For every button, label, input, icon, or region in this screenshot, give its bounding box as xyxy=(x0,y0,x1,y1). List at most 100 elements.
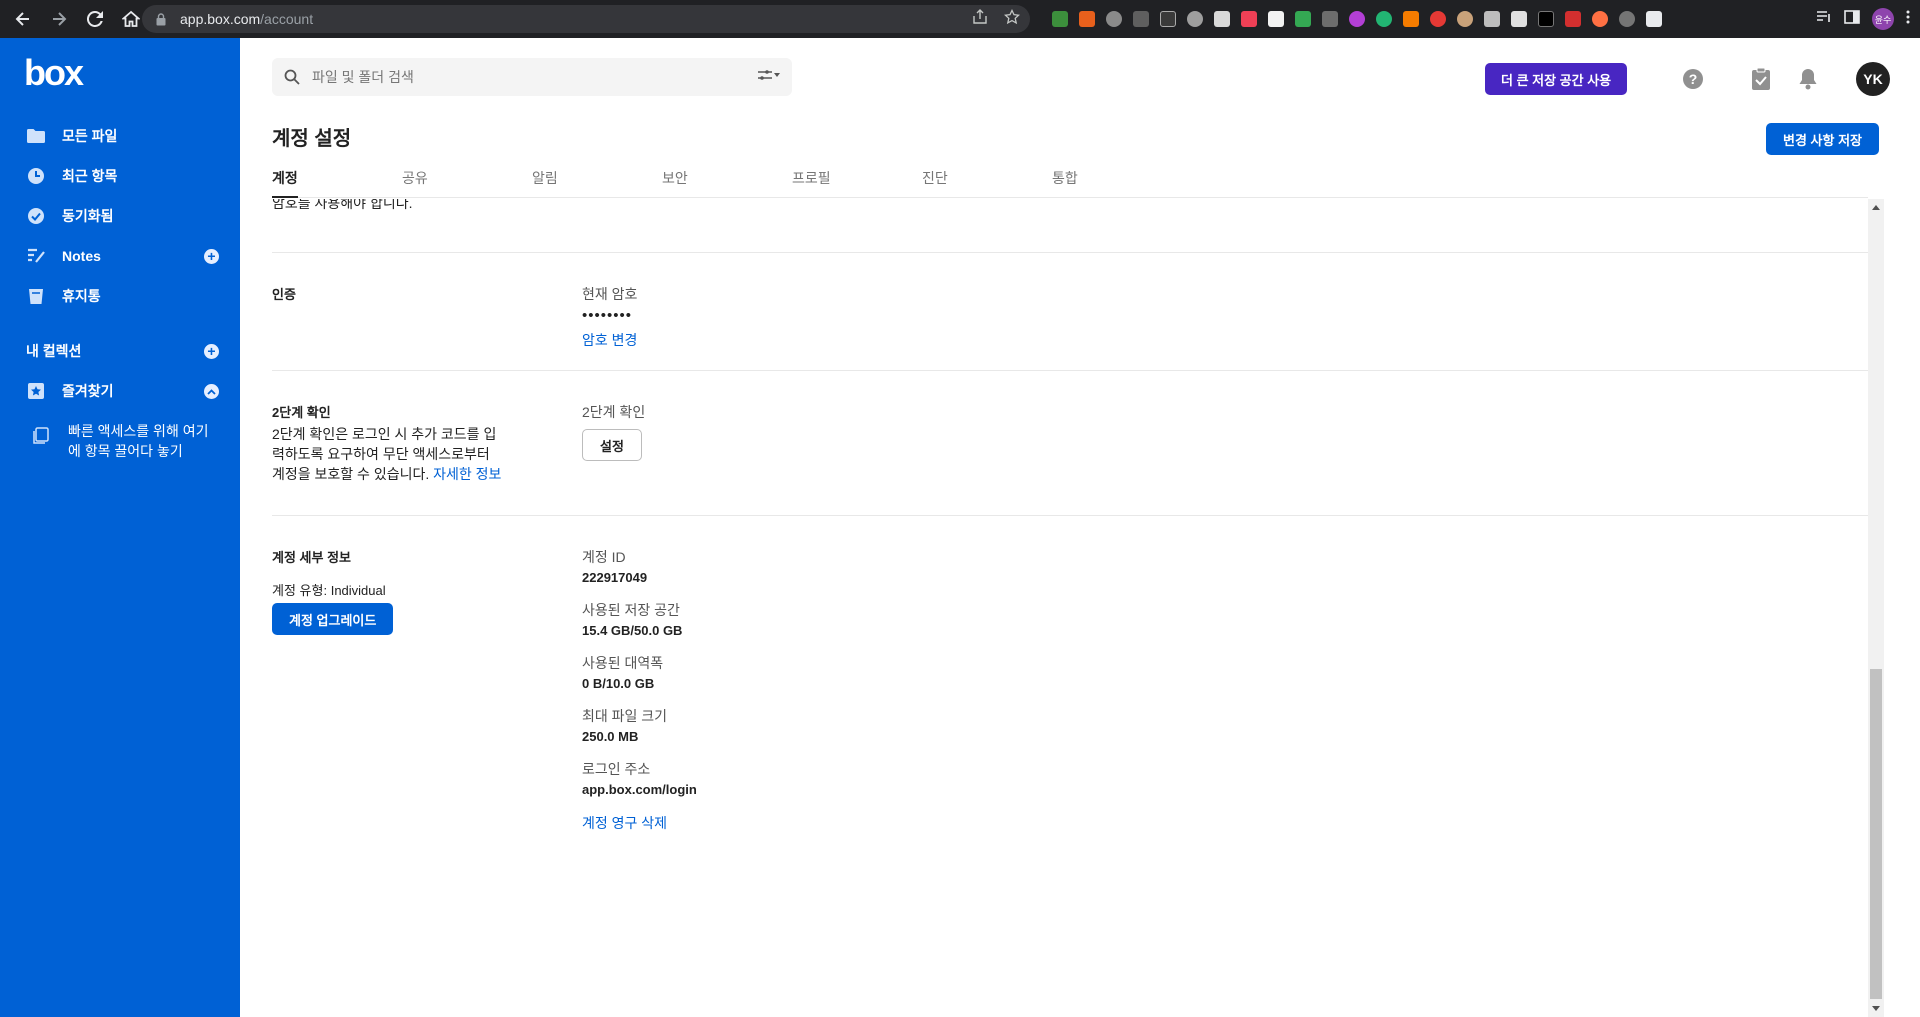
tab-account[interactable]: 계정 xyxy=(272,168,298,198)
extension-icon[interactable] xyxy=(1457,11,1473,27)
sidebar-item-label: 모든 파일 xyxy=(62,128,118,144)
add-note-button[interactable]: + xyxy=(204,249,219,264)
sidebar-item-synced[interactable]: 동기화됨 xyxy=(0,196,240,236)
extension-icon[interactable] xyxy=(1214,11,1230,27)
bookmark-star-icon[interactable] xyxy=(1003,8,1021,30)
reading-list-icon[interactable] xyxy=(1816,10,1832,29)
sidebar-item-label: Notes xyxy=(62,248,101,264)
check-circle-icon xyxy=(26,206,46,226)
extension-icon[interactable] xyxy=(1619,11,1635,27)
my-collections-header: 내 컬렉션 + xyxy=(0,331,240,371)
notion-icon[interactable] xyxy=(1268,11,1284,27)
pocket-icon[interactable] xyxy=(1241,11,1257,27)
quick-access-dropzone[interactable]: 빠른 액세스를 위해 여기에 항목 끌어다 놓기 xyxy=(0,411,240,461)
trash-icon xyxy=(26,286,46,306)
svg-text:?: ? xyxy=(1689,71,1698,87)
menu-kebab-icon[interactable] xyxy=(1906,10,1910,29)
my-collections-label: 내 컬렉션 xyxy=(26,343,82,359)
svg-text:box: box xyxy=(24,58,84,90)
section-divider xyxy=(272,252,1868,253)
learn-more-link[interactable]: 자세한 정보 xyxy=(433,466,501,482)
login-address-value: app.box.com/login xyxy=(582,782,697,797)
extension-icon[interactable] xyxy=(1592,11,1608,27)
extension-icon[interactable] xyxy=(1133,11,1149,27)
tab-security[interactable]: 보안 xyxy=(662,168,688,198)
two-step-field-label: 2단계 확인 xyxy=(582,404,646,420)
search-filter-icon[interactable] xyxy=(758,69,780,81)
add-collection-button[interactable]: + xyxy=(204,344,219,359)
tab-integrations[interactable]: 통합 xyxy=(1052,168,1078,198)
side-panel-icon[interactable] xyxy=(1844,9,1860,29)
user-avatar[interactable]: YK xyxy=(1856,62,1890,96)
tab-notifications[interactable]: 알림 xyxy=(532,168,558,198)
scrollbar-thumb[interactable] xyxy=(1870,669,1882,999)
delete-account-link[interactable]: 계정 영구 삭제 xyxy=(582,813,667,833)
current-password-label: 현재 암호 xyxy=(582,286,638,302)
tab-profile[interactable]: 프로필 xyxy=(792,168,831,198)
sidebar-item-label: 최근 항목 xyxy=(62,168,118,184)
account-id-value: 222917049 xyxy=(582,570,648,585)
extension-icon[interactable] xyxy=(1187,11,1203,27)
sidebar-item-trash[interactable]: 휴지통 xyxy=(0,276,240,316)
two-step-section-title: 2단계 확인 xyxy=(272,405,331,420)
scroll-up-arrow-icon[interactable] xyxy=(1872,205,1880,210)
scroll-down-arrow-icon[interactable] xyxy=(1872,1006,1880,1011)
address-bar[interactable]: app.box.com/account xyxy=(142,5,1030,33)
upgrade-account-button[interactable]: 계정 업그레이드 xyxy=(272,603,394,635)
extension-icon[interactable] xyxy=(1295,11,1311,27)
extension-icon[interactable] xyxy=(1403,11,1419,27)
main-area: 파일 및 폴더 검색 더 큰 저장 공간 사용 ? YK 계정 설정 변경 사항… xyxy=(240,38,1920,1017)
tab-diagnostics[interactable]: 진단 xyxy=(922,168,948,198)
sidebar-item-recents[interactable]: 최근 항목 xyxy=(0,156,240,196)
forward-icon[interactable] xyxy=(44,4,74,34)
extension-icon[interactable] xyxy=(1052,11,1068,27)
section-divider xyxy=(272,515,1868,516)
tab-sharing[interactable]: 공유 xyxy=(402,168,428,198)
save-changes-button[interactable]: 변경 사항 저장 xyxy=(1766,123,1879,155)
reload-icon[interactable] xyxy=(80,4,110,34)
account-id-label: 계정 ID xyxy=(582,549,626,565)
extension-icon[interactable] xyxy=(1376,11,1392,27)
browser-profile-avatar[interactable]: 윤수 xyxy=(1872,8,1894,30)
account-type: 계정 유형: Individual xyxy=(272,580,386,599)
search-input[interactable]: 파일 및 폴더 검색 xyxy=(312,67,414,87)
sidebar-item-all-files[interactable]: 모든 파일 xyxy=(0,116,240,156)
extension-icon[interactable] xyxy=(1160,11,1176,27)
settings-tabs: 계정 공유 알림 보안 프로필 진단 통합 xyxy=(272,168,1868,198)
notifications-bell-icon[interactable] xyxy=(1795,66,1821,92)
bandwidth-used-value: 0 B/10.0 GB xyxy=(582,676,655,691)
settings-content: 암호를 사용해야 합니다. 인증 현재 암호 •••••••• 암호 변경 2단… xyxy=(272,199,1868,1017)
cut-off-text: 암호를 사용해야 합니다. xyxy=(272,199,413,211)
extension-icon[interactable] xyxy=(1430,11,1446,27)
sidebar-item-notes[interactable]: Notes + xyxy=(0,236,240,276)
account-type-value: Individual xyxy=(330,583,386,598)
extension-icon[interactable] xyxy=(1484,11,1500,27)
search-box[interactable]: 파일 및 폴더 검색 xyxy=(272,58,792,96)
get-more-storage-button[interactable]: 더 큰 저장 공간 사용 xyxy=(1485,63,1628,95)
section-divider xyxy=(272,370,1868,371)
extension-icon[interactable] xyxy=(1565,11,1581,27)
share-icon[interactable] xyxy=(972,8,988,30)
help-icon[interactable]: ? xyxy=(1680,66,1706,92)
lock-icon[interactable] xyxy=(156,12,172,26)
puzzle-icon[interactable] xyxy=(1646,11,1662,27)
box-logo[interactable]: box xyxy=(24,52,86,95)
tasks-clipboard-icon[interactable] xyxy=(1748,66,1774,92)
extension-icon[interactable] xyxy=(1079,11,1095,27)
change-password-link[interactable]: 암호 변경 xyxy=(582,330,637,350)
extension-icon[interactable] xyxy=(1511,11,1527,27)
sidebar-item-label: 동기화됨 xyxy=(62,208,114,224)
terminal-icon[interactable] xyxy=(1538,11,1554,27)
extension-icon[interactable] xyxy=(1349,11,1365,27)
extension-icon[interactable] xyxy=(1322,11,1338,27)
sidebar-item-favorites[interactable]: 즐겨찾기 xyxy=(0,371,240,411)
back-icon[interactable] xyxy=(8,4,38,34)
two-step-setup-button[interactable]: 설정 xyxy=(582,429,642,461)
storage-used-value: 15.4 GB/50.0 GB xyxy=(582,623,683,638)
extension-icon[interactable] xyxy=(1106,11,1122,27)
content-scrollbar[interactable] xyxy=(1868,199,1884,1017)
password-mask: •••••••• xyxy=(582,307,633,324)
collapse-favorites-button[interactable] xyxy=(204,384,219,399)
folder-icon xyxy=(26,126,46,146)
quick-access-hint: 빠른 액세스를 위해 여기에 항목 끌어다 놓기 xyxy=(68,423,209,459)
